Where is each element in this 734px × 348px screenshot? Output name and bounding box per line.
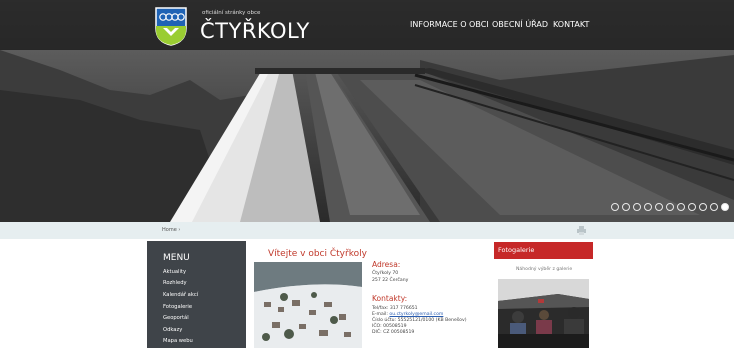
- menu-title: MENU: [163, 253, 190, 263]
- nav-kontakt[interactable]: KONTAKT: [553, 20, 589, 29]
- breadcrumb-bar: Home ›: [0, 222, 734, 239]
- gallery-title[interactable]: Fotogalerie: [498, 246, 534, 254]
- contact-dic: DIČ: CZ 00508519: [372, 330, 415, 335]
- slider-dot[interactable]: [688, 203, 696, 211]
- contact-ico: IČO: 00508519: [372, 324, 407, 329]
- contact-email-row: E-mail: ou.ctyrkoly@email.com: [372, 312, 443, 317]
- gallery-random-photo[interactable]: [498, 279, 589, 348]
- slider-dot[interactable]: [666, 203, 674, 211]
- top-bar: oficiální stránky obce ČTYŘKOLY INFORMAC…: [0, 0, 734, 50]
- slider-dot[interactable]: [622, 203, 630, 211]
- slider-dot[interactable]: [611, 203, 619, 211]
- site-brand[interactable]: ČTYŘKOLY: [200, 19, 310, 43]
- address-line-1: Čtyřkoly 70: [372, 271, 399, 276]
- coat-of-arms-icon[interactable]: [154, 6, 188, 46]
- slider-dot[interactable]: [699, 203, 707, 211]
- contact-email-link[interactable]: ou.ctyrkoly@email.com: [389, 312, 443, 317]
- menu-item-rozhledy[interactable]: Rozhledy: [163, 280, 187, 286]
- village-aerial-photo: [254, 262, 362, 348]
- contacts-heading: Kontakty:: [372, 294, 408, 303]
- slider-dot[interactable]: [721, 203, 729, 211]
- contact-phone: Tel/fax: 317 776651: [372, 306, 418, 311]
- menu-item-kalendar[interactable]: Kalendář akcí: [163, 292, 198, 298]
- page-title: Vítejte v obci Čtyřkoly: [268, 249, 367, 259]
- menu-item-fotogalerie[interactable]: Fotogalerie: [163, 304, 192, 310]
- slider-dot[interactable]: [677, 203, 685, 211]
- menu-item-odkazy[interactable]: Odkazy: [163, 327, 182, 333]
- breadcrumb[interactable]: Home ›: [162, 227, 180, 233]
- menu-item-geoportal[interactable]: Geoportál: [163, 315, 189, 321]
- slider-dot[interactable]: [644, 203, 652, 211]
- nav-obecni-urad[interactable]: OBECNÍ ÚŘAD: [492, 20, 548, 29]
- slider-dot[interactable]: [655, 203, 663, 211]
- slider-dots: [611, 203, 729, 211]
- contact-email-label: E-mail:: [372, 312, 390, 317]
- slider-dot[interactable]: [710, 203, 718, 211]
- gallery-header: Fotogalerie: [494, 242, 593, 259]
- contact-account: Číslo účtu: 55525121/0100 (KB Benešov): [372, 318, 467, 323]
- side-menu: MENU Aktuality Rozhledy Kalendář akcí Fo…: [147, 241, 246, 348]
- gallery-subtitle: Náhodný výběr z galerie: [516, 267, 573, 272]
- address-heading: Adresa:: [372, 260, 401, 269]
- menu-item-aktuality[interactable]: Aktuality: [163, 269, 186, 275]
- menu-item-mapa-webu[interactable]: Mapa webu: [163, 338, 193, 344]
- slider-dot[interactable]: [633, 203, 641, 211]
- nav-informace[interactable]: INFORMACE O OBCI: [410, 20, 489, 29]
- site-tagline: oficiální stránky obce: [202, 10, 261, 16]
- address-line-2: 257 22 Čerčany: [372, 278, 409, 283]
- print-icon[interactable]: [576, 225, 587, 236]
